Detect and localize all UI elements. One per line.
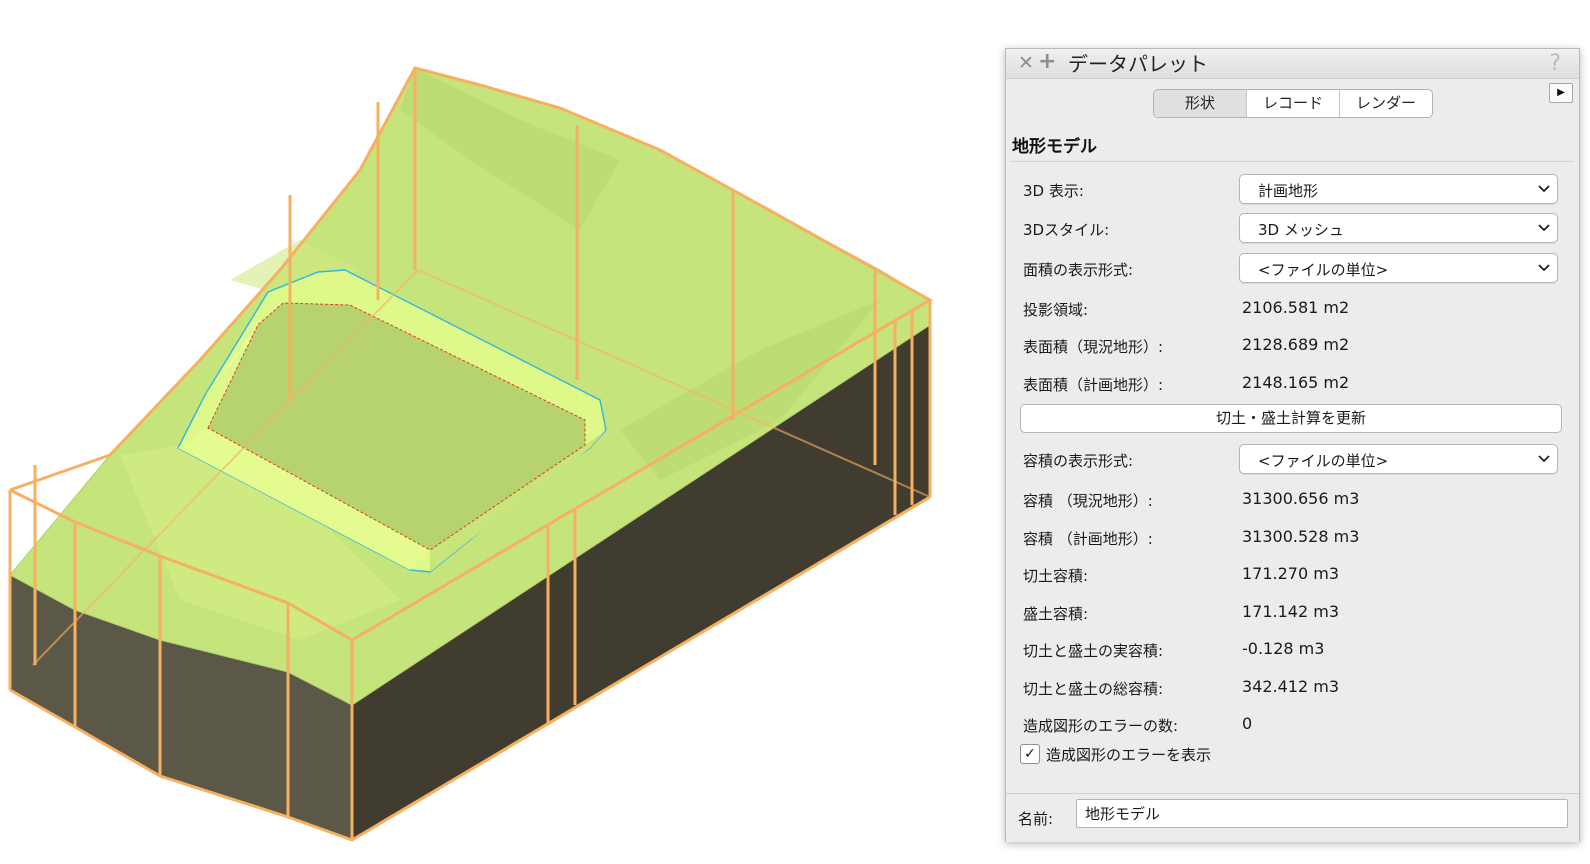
field-label: 切土と盛土の実容積: — [1023, 642, 1164, 660]
plus-icon[interactable]: + — [1038, 51, 1056, 73]
field-row-surface-existing: 表面積（現況地形）: 2128.689 m2 — [1010, 328, 1574, 362]
chevron-down-icon — [1538, 224, 1550, 232]
name-footer: 名前: 地形モデル — [1006, 793, 1579, 842]
field-label: 切土と盛土の総容積: — [1023, 680, 1164, 698]
palette-menu-arrow-icon[interactable]: ▶ — [1549, 83, 1573, 103]
field-value: 2128.689 m2 — [1242, 335, 1350, 354]
name-input[interactable]: 地形モデル — [1076, 799, 1568, 828]
field-value: -0.128 m3 — [1242, 639, 1325, 658]
field-value: 171.270 m3 — [1242, 564, 1340, 583]
field-label: 面積の表示形式: — [1023, 261, 1134, 279]
field-row-volume-existing: 容積 （現況地形）: 31300.656 m3 — [1010, 482, 1574, 516]
show-errors-checkbox-row[interactable]: ✓ 造成図形のエラーを表示 — [1020, 742, 1320, 766]
select-value: 計画地形 — [1258, 182, 1319, 200]
field-label: 容積の表示形式: — [1023, 452, 1134, 470]
chevron-down-icon — [1538, 264, 1550, 272]
field-value: 31300.656 m3 — [1242, 489, 1360, 508]
tab-record[interactable]: レコード — [1247, 90, 1340, 117]
terrain-model-drawing[interactable] — [0, 0, 985, 864]
palette-tabs: 形状 レコード レンダー — [1153, 89, 1433, 118]
field-label: 容積 （計画地形）: — [1023, 530, 1153, 548]
field-label: 切土容積: — [1023, 567, 1089, 585]
field-value: 31300.528 m3 — [1242, 527, 1360, 546]
properties-panel: 3D 表示: 計画地形 3Dスタイル: 3D メッシュ 面積の表示形式: <ファ… — [1010, 161, 1574, 782]
section-title: 地形モデル — [1012, 137, 1097, 157]
field-label: 容積 （現況地形）: — [1023, 492, 1153, 510]
field-row-area-format: 面積の表示形式: <ファイルの単位> — [1010, 251, 1574, 285]
style3d-select[interactable]: 3D メッシュ — [1239, 213, 1558, 243]
chevron-down-icon — [1538, 185, 1550, 193]
viewport-3d[interactable] — [0, 0, 985, 864]
field-label: 3Dスタイル: — [1023, 221, 1110, 239]
field-value: 0 — [1242, 714, 1253, 733]
palette-titlebar[interactable]: ✕ + データパレット ? — [1006, 49, 1579, 79]
name-label: 名前: — [1018, 810, 1054, 828]
data-palette[interactable]: ✕ + データパレット ? ▶ 形状 レコード レンダー 地形モデル 3D 表示… — [1005, 48, 1580, 842]
field-row-3d-style: 3Dスタイル: 3D メッシュ — [1010, 211, 1574, 245]
field-row-volume-proposed: 容積 （計画地形）: 31300.528 m3 — [1010, 520, 1574, 554]
volume-format-select[interactable]: <ファイルの単位> — [1239, 444, 1558, 474]
field-row-projected-area: 投影領域: 2106.581 m2 — [1010, 291, 1574, 325]
field-value: 342.412 m3 — [1242, 677, 1340, 696]
field-label: 3D 表示: — [1023, 182, 1084, 200]
chevron-down-icon — [1538, 455, 1550, 463]
field-row-error-count: 造成図形のエラーの数: 0 — [1010, 707, 1574, 741]
field-label: 表面積（現況地形）: — [1023, 338, 1164, 356]
field-row-net-volume: 切土と盛土の実容積: -0.128 m3 — [1010, 632, 1574, 666]
display3d-select[interactable]: 計画地形 — [1239, 174, 1558, 204]
help-icon[interactable]: ? — [1549, 52, 1561, 76]
field-value: 2106.581 m2 — [1242, 298, 1350, 317]
update-cut-fill-button[interactable]: 切土・盛土計算を更新 — [1020, 404, 1562, 433]
select-value: 3D メッシュ — [1258, 221, 1344, 239]
select-value: <ファイルの単位> — [1258, 452, 1389, 470]
field-row-surface-proposed: 表面積（計画地形）: 2148.165 m2 — [1010, 366, 1574, 400]
field-row-cut-volume: 切土容積: 171.270 m3 — [1010, 557, 1574, 591]
select-value: <ファイルの単位> — [1258, 261, 1389, 279]
field-row-total-volume: 切土と盛土の総容積: 342.412 m3 — [1010, 670, 1574, 704]
close-icon[interactable]: ✕ — [1018, 53, 1034, 73]
field-row-fill-volume: 盛土容積: 171.142 m3 — [1010, 595, 1574, 629]
palette-title: データパレット — [1068, 52, 1208, 76]
field-row-3d-display: 3D 表示: 計画地形 — [1010, 172, 1574, 206]
field-label: 盛土容積: — [1023, 605, 1089, 623]
tab-shape[interactable]: 形状 — [1154, 90, 1247, 117]
show-errors-checkbox[interactable]: ✓ — [1020, 744, 1040, 764]
field-value: 171.142 m3 — [1242, 602, 1340, 621]
tab-render[interactable]: レンダー — [1340, 90, 1432, 117]
checkbox-label: 造成図形のエラーを表示 — [1046, 746, 1212, 764]
field-value: 2148.165 m2 — [1242, 373, 1350, 392]
field-label: 造成図形のエラーの数: — [1023, 717, 1179, 735]
field-label: 投影領域: — [1023, 301, 1089, 319]
area-format-select[interactable]: <ファイルの単位> — [1239, 253, 1558, 283]
field-label: 表面積（計画地形）: — [1023, 376, 1164, 394]
field-row-volume-format: 容積の表示形式: <ファイルの単位> — [1010, 442, 1574, 476]
